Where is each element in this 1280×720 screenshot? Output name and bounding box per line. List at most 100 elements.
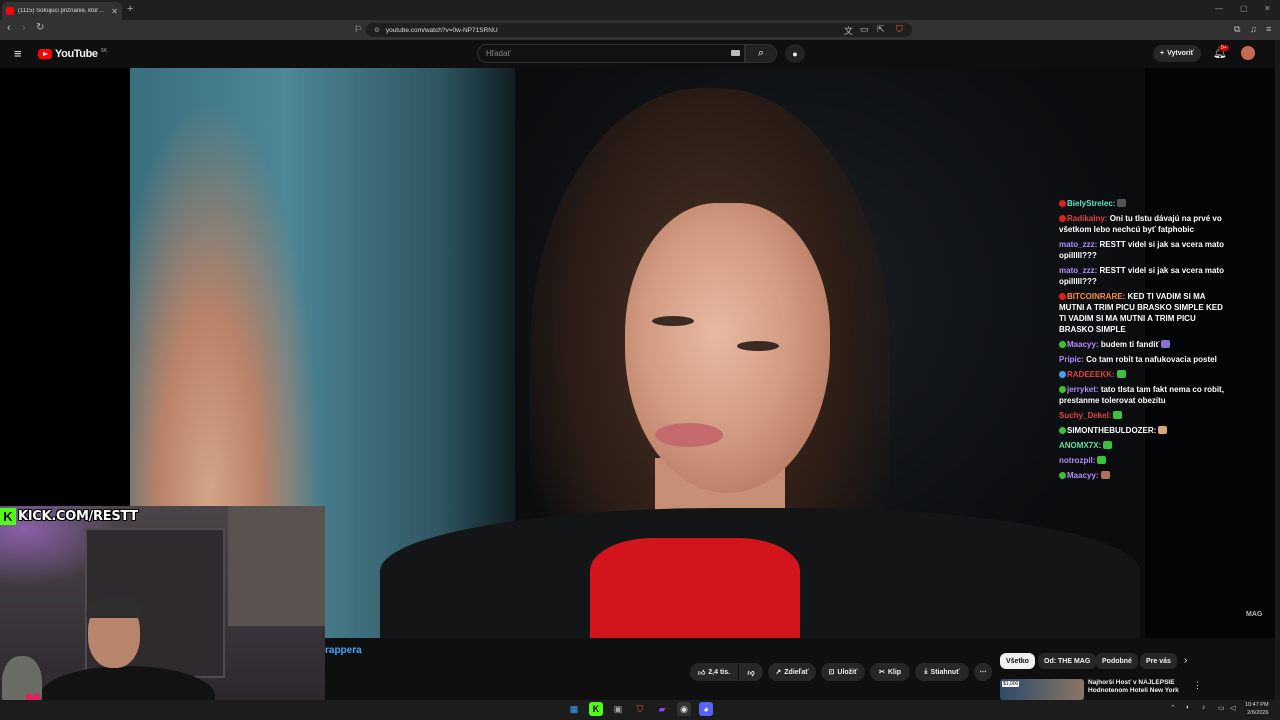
search-placeholder: Hľadať (486, 49, 511, 58)
video-title[interactable]: rappera (325, 645, 362, 656)
tray-date: 2/6/2026 (1247, 710, 1269, 716)
chat-username: notrozpil: (1059, 456, 1096, 465)
plus-icon: + (1160, 50, 1165, 57)
chip-next-icon[interactable]: › (1184, 655, 1187, 666)
maximize-icon[interactable]: ▢ (1240, 4, 1248, 13)
dislike-button[interactable]: 👎︎ (739, 663, 763, 681)
chat-username: RADEEEKK: (1067, 370, 1115, 379)
tray-monitor-icon[interactable]: ▭ (1218, 704, 1225, 712)
chat-username: Radikalny: (1067, 214, 1108, 223)
tray-app-icon[interactable]: ◐ (1186, 704, 1190, 711)
download-button[interactable]: ⤓ Stiahnuť (915, 663, 969, 681)
search-button[interactable]: ⌕ (745, 44, 777, 63)
chip-from-channel[interactable]: Od: THE MAG (1038, 653, 1097, 669)
chat-message: notrozpil: (1059, 455, 1229, 466)
channel-watermark: MAG (1246, 611, 1263, 618)
tray-volume-icon[interactable]: ◁ (1230, 704, 1235, 712)
clip-label: Klip (887, 668, 902, 676)
search-icon: ⌕ (757, 47, 765, 59)
create-button[interactable]: + Vytvoriť (1153, 45, 1201, 62)
chat-emote-icon (1097, 456, 1107, 464)
kick-logo-icon: K (0, 507, 16, 525)
search-input[interactable]: Hľadať (477, 44, 745, 63)
forward-icon[interactable]: › (22, 22, 26, 34)
tray-chevron-icon[interactable]: ⌃ (1170, 704, 1176, 712)
recommendation-menu-icon[interactable]: ⋮ (1193, 680, 1202, 691)
browser-menu-icon[interactable]: ≡ (1266, 24, 1271, 34)
chat-badge-icon (1059, 371, 1066, 378)
video-lips (655, 423, 723, 447)
chip-all[interactable]: Všetko (1000, 653, 1035, 669)
microphone-icon: ● (792, 48, 798, 59)
like-button[interactable]: 👍︎ 2,4 tis. (690, 663, 738, 681)
start-icon[interactable]: ▦ (567, 702, 581, 716)
hamburger-menu-icon[interactable]: ≡ (14, 46, 22, 61)
minimize-icon[interactable]: — (1215, 4, 1223, 13)
browser-tab[interactable]: (1115) Šokujúci priznanie, ktoré… ✕ (2, 2, 122, 20)
back-icon[interactable]: ‹ (7, 22, 11, 34)
chat-username: SIMONTHEBULDOZER: (1067, 426, 1157, 435)
more-icon: ⋯ (979, 669, 987, 676)
tray-mic-icon[interactable]: ♪ (1202, 704, 1206, 711)
site-info-icon[interactable]: ⚙ (374, 26, 380, 34)
share-page-icon[interactable]: ⇱ (877, 24, 885, 35)
page-scrollbar[interactable] (1275, 40, 1280, 700)
voice-search-button[interactable]: ● (785, 44, 805, 63)
chat-username: ANOMX7X: (1059, 441, 1102, 450)
close-tab-icon[interactable]: ✕ (111, 7, 118, 16)
clip-button[interactable]: ✂ Klip (870, 663, 910, 681)
tab-title: (1115) Šokujúci priznanie, ktoré… (18, 8, 108, 14)
chat-message: Maacyy: budem ti fandiť (1059, 339, 1229, 350)
chat-emote-icon (1113, 411, 1123, 419)
reload-icon[interactable]: ↻ (36, 22, 44, 33)
bookmark-icon[interactable]: ⚐ (354, 24, 362, 35)
notification-count-badge: 9+ (1219, 45, 1229, 51)
translate-icon[interactable]: 文 (844, 24, 853, 37)
cast-icon[interactable]: ▭ (860, 24, 869, 35)
address-bar[interactable]: ⚙ youtube.com/watch?v=0w-NP71SRNU (366, 23, 912, 37)
twitch-icon[interactable]: ▰ (655, 702, 669, 716)
save-button[interactable]: ⊡ Uložiť (821, 663, 865, 681)
new-tab-icon[interactable]: + (127, 3, 133, 15)
brave-browser-icon[interactable]: ⛉ (633, 702, 647, 716)
chat-emote-icon (1100, 471, 1110, 479)
chat-badge-icon (1059, 427, 1066, 434)
obs-icon[interactable]: ◉ (677, 702, 691, 716)
chip-related[interactable]: Podobné (1096, 653, 1138, 669)
discord-icon[interactable]: ◕ (699, 702, 713, 716)
chat-username: mato_zzz: (1059, 266, 1098, 275)
chat-badge-icon (1059, 472, 1066, 479)
chat-username: mato_zzz: (1059, 240, 1098, 249)
video-eye-right (737, 341, 779, 351)
kick-url: KICK.COM/RESTT (18, 508, 138, 524)
chat-badge-icon (1059, 200, 1066, 207)
chat-badge-icon (1059, 215, 1066, 222)
video-eye-left (652, 316, 694, 326)
chat-emote-icon (1158, 426, 1168, 434)
more-actions-button[interactable]: ⋯ (974, 663, 992, 681)
chat-message: mato_zzz: RESTT videl si jak sa vcera ma… (1059, 239, 1229, 261)
chat-message: Pripic: Co tam robit ta nafukovacia post… (1059, 354, 1229, 365)
share-label: Zdieľať (784, 668, 809, 676)
chat-emote-icon (1103, 441, 1113, 449)
download-icon: ⤓ (924, 668, 928, 675)
tray-clock[interactable]: 10:47 PM 2/6/2026 (1245, 701, 1269, 717)
chat-username: Pripic: (1059, 355, 1084, 364)
brave-shield-icon[interactable]: ⛉ (896, 24, 903, 35)
chip-for-you[interactable]: Pre vás (1140, 653, 1177, 669)
chat-text: budem ti fandiť (1100, 340, 1160, 349)
app-icon-generic[interactable]: ▣ (611, 702, 625, 716)
keyboard-icon[interactable] (731, 50, 740, 56)
account-avatar[interactable] (1241, 46, 1255, 60)
stream-chat-overlay: BielyStrelec: Radikalny: Oni tu tlstu dáv… (1059, 198, 1229, 485)
chat-message: jerryket: tato tlsta tam fakt nema co ro… (1059, 384, 1229, 406)
share-button[interactable]: ↗ Zdieľať (768, 663, 816, 681)
media-icon[interactable]: ♫ (1250, 24, 1257, 34)
extensions-icon[interactable]: ⧉ (1234, 24, 1240, 35)
youtube-logo[interactable]: YouTube SK (38, 48, 107, 60)
kick-app-icon[interactable]: K (589, 702, 603, 716)
country-code: SK (100, 48, 108, 54)
chat-message: Suchy_Dekel: (1059, 410, 1229, 421)
recommendation-title[interactable]: Najhorší Hosť v NAJLEPŠIE Hodnotenom Hot… (1088, 679, 1188, 700)
close-window-icon[interactable]: ✕ (1264, 4, 1271, 13)
